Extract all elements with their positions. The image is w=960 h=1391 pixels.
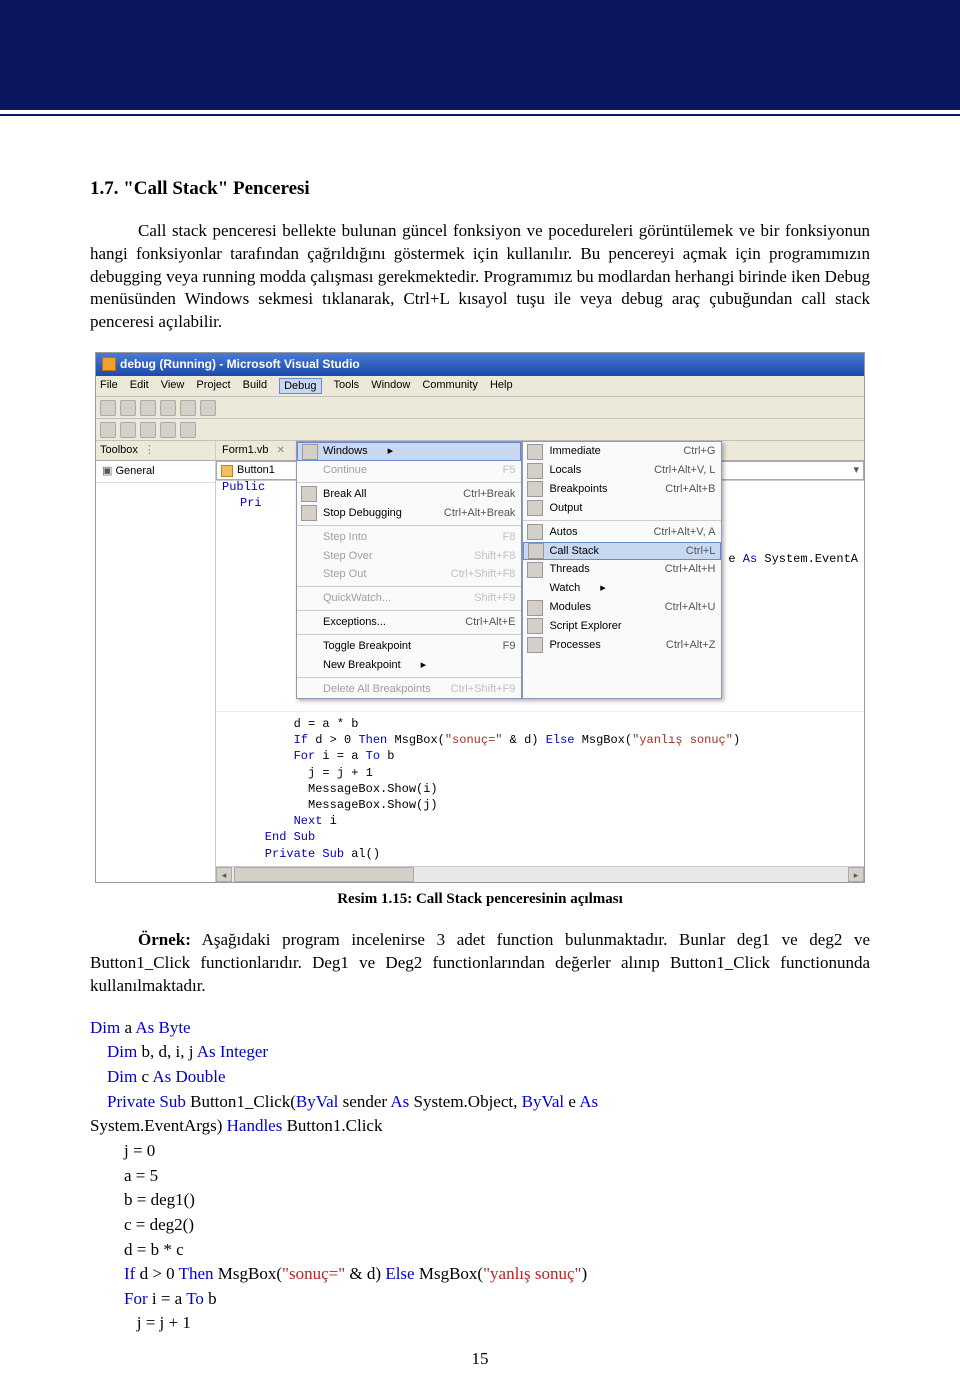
vs-icon <box>102 357 116 371</box>
code-editor[interactable]: d = a * b If d > 0 Then MsgBox("sonuç=" … <box>216 711 864 866</box>
menu-item[interactable]: Watch <box>523 579 721 598</box>
tb-icon[interactable] <box>120 400 136 416</box>
left-column: Toolbox ▣ General <box>96 441 216 881</box>
tb-icon[interactable] <box>180 422 196 438</box>
debug-menu: WindowsContinueF5 Break AllCtrl+BreakStop… <box>296 441 522 699</box>
ide-body: Toolbox ▣ General Form1.vb Button1 Windo… <box>96 441 864 881</box>
scroll-thumb[interactable] <box>234 867 414 882</box>
toolbar-row-1 <box>96 397 864 419</box>
general-label: General <box>115 465 154 477</box>
menu-help[interactable]: Help <box>490 378 513 395</box>
menu-item[interactable]: LocalsCtrl+Alt+V, L <box>523 461 721 480</box>
menu-item: Step OutCtrl+Shift+F8 <box>297 565 521 584</box>
tab-close-icon[interactable] <box>272 443 284 458</box>
paragraph-2: Örnek: Aşağıdaki program incelenirse 3 a… <box>90 929 870 998</box>
scroll-left-icon[interactable]: ◂ <box>216 867 232 882</box>
menu-item[interactable]: Script Explorer <box>523 617 721 636</box>
menu-item[interactable]: Windows <box>297 442 521 461</box>
menu-item[interactable]: AutosCtrl+Alt+V, A <box>523 523 721 542</box>
menu-item[interactable]: ThreadsCtrl+Alt+H <box>523 560 721 579</box>
menu-stack: WindowsContinueF5 Break AllCtrl+BreakStop… <box>296 441 722 699</box>
code-peek-pri: Pri <box>240 495 262 511</box>
code-peek-public: Public <box>222 479 265 495</box>
editor-column: Form1.vb Button1 WindowsContinueF5 Break … <box>216 441 864 881</box>
example-code: Dim a As Byte Dim b, d, i, j As Integer … <box>90 1016 870 1336</box>
menu-item: Delete All BreakpointsCtrl+Shift+F9 <box>297 680 521 699</box>
dd-button-label: Button1 <box>237 463 275 478</box>
menu-view[interactable]: View <box>161 378 185 395</box>
menu-item[interactable]: Exceptions...Ctrl+Alt+E <box>297 613 521 632</box>
menu-item[interactable]: ProcessesCtrl+Alt+Z <box>523 636 721 655</box>
menu-item: Step IntoF8 <box>297 528 521 547</box>
menu-item[interactable]: Stop DebuggingCtrl+Alt+Break <box>297 504 521 523</box>
toolbox-header[interactable]: Toolbox <box>96 441 215 461</box>
menu-item[interactable]: Toggle BreakpointF9 <box>297 637 521 656</box>
tb-icon[interactable] <box>180 400 196 416</box>
toolbar-row-2 <box>96 419 864 441</box>
menu-community[interactable]: Community <box>422 378 478 395</box>
window-title: debug (Running) - Microsoft Visual Studi… <box>120 356 360 372</box>
menu-item: Step OverShift+F8 <box>297 547 521 566</box>
paragraph-2-text: Aşağıdaki program incelenirse 3 adet fun… <box>90 930 870 995</box>
menubar: File Edit View Project Build Debug Tools… <box>96 376 864 398</box>
menu-item: QuickWatch...Shift+F9 <box>297 589 521 608</box>
tb-icon[interactable] <box>140 400 156 416</box>
screenshot-visual-studio: debug (Running) - Microsoft Visual Studi… <box>95 352 865 882</box>
tb-icon[interactable] <box>200 400 216 416</box>
header-blue-bar <box>0 0 960 110</box>
page-number: 15 <box>90 1348 870 1371</box>
toolbox-label: Toolbox <box>100 443 138 458</box>
hscrollbar[interactable]: ◂ ▸ <box>216 866 864 882</box>
tab-label: Form1.vb <box>222 443 268 458</box>
page-content: 1.7. "Call Stack" Penceresi Call stack p… <box>0 116 960 1391</box>
menu-file[interactable]: File <box>100 378 118 395</box>
window-titlebar: debug (Running) - Microsoft Visual Studi… <box>96 353 864 375</box>
menu-item[interactable]: Break AllCtrl+Break <box>297 485 521 504</box>
paragraph-1: Call stack penceresi bellekte bulunan gü… <box>90 220 870 335</box>
menu-item: ContinueF5 <box>297 461 521 480</box>
menu-window[interactable]: Window <box>371 378 410 395</box>
menu-item[interactable]: Call StackCtrl+L <box>523 542 721 561</box>
tb-icon[interactable] <box>160 400 176 416</box>
menu-debug[interactable]: Debug <box>279 378 321 395</box>
menu-item[interactable]: ModulesCtrl+Alt+U <box>523 598 721 617</box>
menu-item[interactable]: Output <box>523 499 721 518</box>
menu-item[interactable]: New Breakpoint <box>297 656 521 675</box>
menu-item[interactable]: BreakpointsCtrl+Alt+B <box>523 480 721 499</box>
menu-build[interactable]: Build <box>243 378 267 395</box>
toolbox-general[interactable]: ▣ General <box>96 461 215 483</box>
tb-icon[interactable] <box>100 400 116 416</box>
example-label: Örnek: <box>138 930 191 949</box>
tb-icon[interactable] <box>120 422 136 438</box>
menu-tools[interactable]: Tools <box>334 378 360 395</box>
tb-icon[interactable] <box>100 422 116 438</box>
section-heading: 1.7. "Call Stack" Penceresi <box>90 176 870 202</box>
figure-caption: Resim 1.15: Call Stack penceresinin açıl… <box>90 889 870 909</box>
menu-edit[interactable]: Edit <box>130 378 149 395</box>
menu-project[interactable]: Project <box>196 378 230 395</box>
tb-icon[interactable] <box>140 422 156 438</box>
toolbox-menu-icon[interactable] <box>142 443 155 458</box>
scroll-right-icon[interactable]: ▸ <box>848 867 864 882</box>
windows-submenu: ImmediateCtrl+GLocalsCtrl+Alt+V, LBreakp… <box>522 441 722 699</box>
menu-item[interactable]: ImmediateCtrl+G <box>523 442 721 461</box>
tb-icon[interactable] <box>160 422 176 438</box>
